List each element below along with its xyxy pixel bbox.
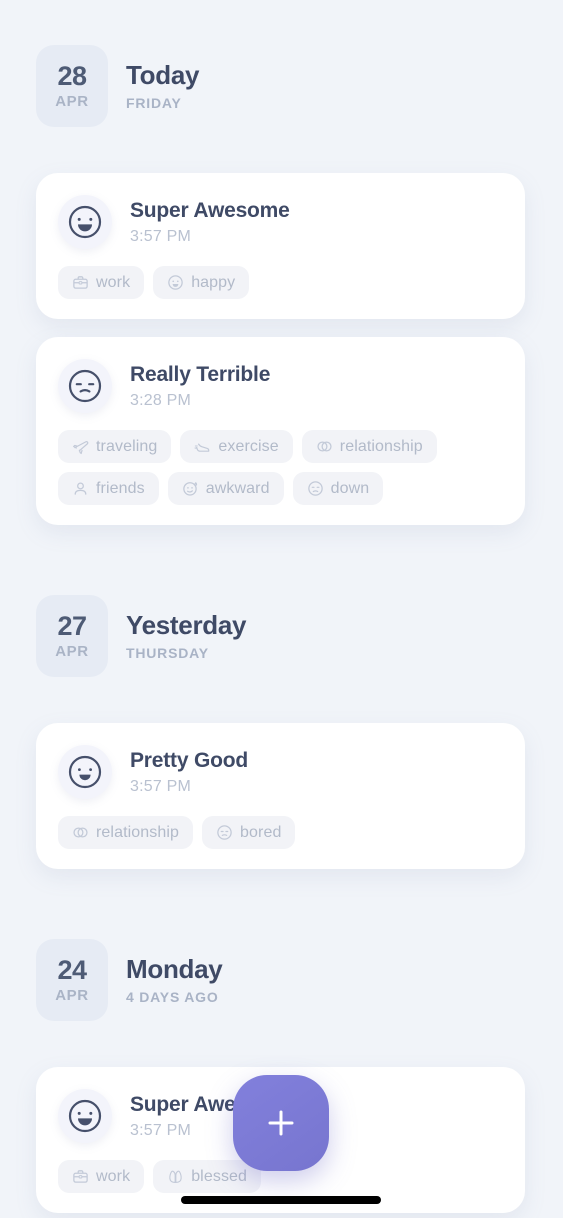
home-indicator xyxy=(181,1196,381,1204)
tag-happy[interactable]: happy xyxy=(153,266,250,299)
date-badge: 27 APR xyxy=(36,595,108,677)
mood-title: Pretty Good xyxy=(130,749,248,773)
tag-relationship[interactable]: relationship xyxy=(58,816,194,849)
tag-label: exercise xyxy=(218,437,279,455)
tag-work[interactable]: work xyxy=(58,266,145,299)
grin-face-icon xyxy=(58,195,112,249)
tag-label: relationship xyxy=(339,437,423,455)
tag-bored[interactable]: bored xyxy=(202,816,296,849)
tag-row: traveling exercise relationship friends … xyxy=(58,430,503,505)
mood-time: 3:28 PM xyxy=(130,391,191,409)
mood-time: 3:57 PM xyxy=(130,227,191,245)
briefcase-icon xyxy=(72,1168,89,1185)
mood-journal-screen: 28 APR Today FRIDAY Super Awesome 3:57 P… xyxy=(0,0,563,1218)
date-badge: 24 APR xyxy=(36,939,108,1021)
day-subtitle: FRIDAY xyxy=(126,95,182,112)
mood-entry-card[interactable]: Pretty Good 3:57 PM relationship bored xyxy=(36,723,525,869)
tag-row: relationship bored xyxy=(58,816,503,849)
plus-icon xyxy=(262,1104,300,1142)
date-day: 24 xyxy=(57,954,87,985)
day-title: Today xyxy=(126,59,200,90)
tag-work[interactable]: work xyxy=(58,1160,145,1193)
day-header: 24 APR Monday 4 DAYS AGO xyxy=(0,939,563,1021)
tag-label: awkward xyxy=(205,479,270,497)
tag-label: relationship xyxy=(96,823,180,841)
mood-title: Really Terrible xyxy=(130,363,271,387)
date-day: 28 xyxy=(57,60,87,91)
day-title: Yesterday xyxy=(126,609,247,640)
neutral-face-icon xyxy=(216,824,233,841)
tag-friends[interactable]: friends xyxy=(58,472,159,505)
sweating-face-icon xyxy=(182,480,199,497)
tag-label: work xyxy=(96,1167,131,1185)
mood-title: Super Awesome xyxy=(130,199,290,223)
tag-down[interactable]: down xyxy=(292,472,384,505)
day-subtitle: THURSDAY xyxy=(126,645,209,662)
date-month: APR xyxy=(55,987,89,1005)
briefcase-icon xyxy=(72,274,89,291)
add-entry-fab[interactable] xyxy=(233,1075,329,1171)
linked-rings-icon xyxy=(72,824,89,841)
date-month: APR xyxy=(55,93,89,111)
smile-face-icon xyxy=(58,745,112,799)
tag-blessed[interactable]: blessed xyxy=(153,1160,262,1193)
tag-label: traveling xyxy=(96,437,158,455)
sad-face-icon xyxy=(307,480,324,497)
tag-label: work xyxy=(96,273,131,291)
day-header: 28 APR Today FRIDAY xyxy=(0,45,563,127)
date-month: APR xyxy=(55,643,89,661)
tag-label: down xyxy=(330,479,370,497)
tag-row: work happy xyxy=(58,266,503,299)
date-day: 27 xyxy=(57,610,87,641)
person-icon xyxy=(72,480,89,497)
tag-label: blessed xyxy=(191,1167,248,1185)
tag-traveling[interactable]: traveling xyxy=(58,430,172,463)
mood-entry-card[interactable]: Super Awesome 3:57 PM work xyxy=(36,173,525,319)
frown-face-icon xyxy=(58,359,112,413)
tag-relationship[interactable]: relationship xyxy=(301,430,437,463)
tag-label: happy xyxy=(191,273,236,291)
airplane-icon xyxy=(72,438,89,455)
date-badge: 28 APR xyxy=(36,45,108,127)
day-title: Monday xyxy=(126,953,223,984)
running-shoe-icon xyxy=(194,438,211,455)
tag-label: bored xyxy=(240,823,282,841)
day-header: 27 APR Yesterday THURSDAY xyxy=(0,595,563,677)
day-subtitle: 4 DAYS AGO xyxy=(126,989,219,1006)
tag-exercise[interactable]: exercise xyxy=(180,430,293,463)
smiley-face-icon xyxy=(167,274,184,291)
mood-time: 3:57 PM xyxy=(130,777,191,795)
praying-hands-icon xyxy=(167,1168,184,1185)
linked-rings-icon xyxy=(316,438,333,455)
tag-label: friends xyxy=(96,479,145,497)
tag-awkward[interactable]: awkward xyxy=(167,472,284,505)
mood-entry-card[interactable]: Really Terrible 3:28 PM traveling exerci… xyxy=(36,337,525,525)
grin-face-icon xyxy=(58,1089,112,1143)
